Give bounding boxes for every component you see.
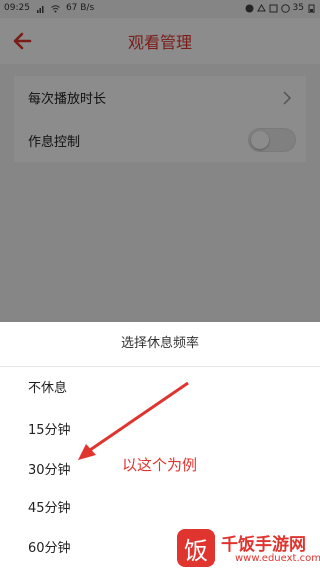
watermark-name: 千饭手游网 bbox=[221, 535, 306, 555]
annotation-arrow-icon bbox=[78, 381, 189, 460]
annotation-text: 以这个为例 bbox=[122, 456, 198, 474]
watermark-logo: 饭 bbox=[177, 529, 215, 567]
watermark-url: www.eduext.com bbox=[235, 553, 320, 564]
watermark: 饭 千饭手游网 www.eduext.com bbox=[175, 527, 320, 569]
